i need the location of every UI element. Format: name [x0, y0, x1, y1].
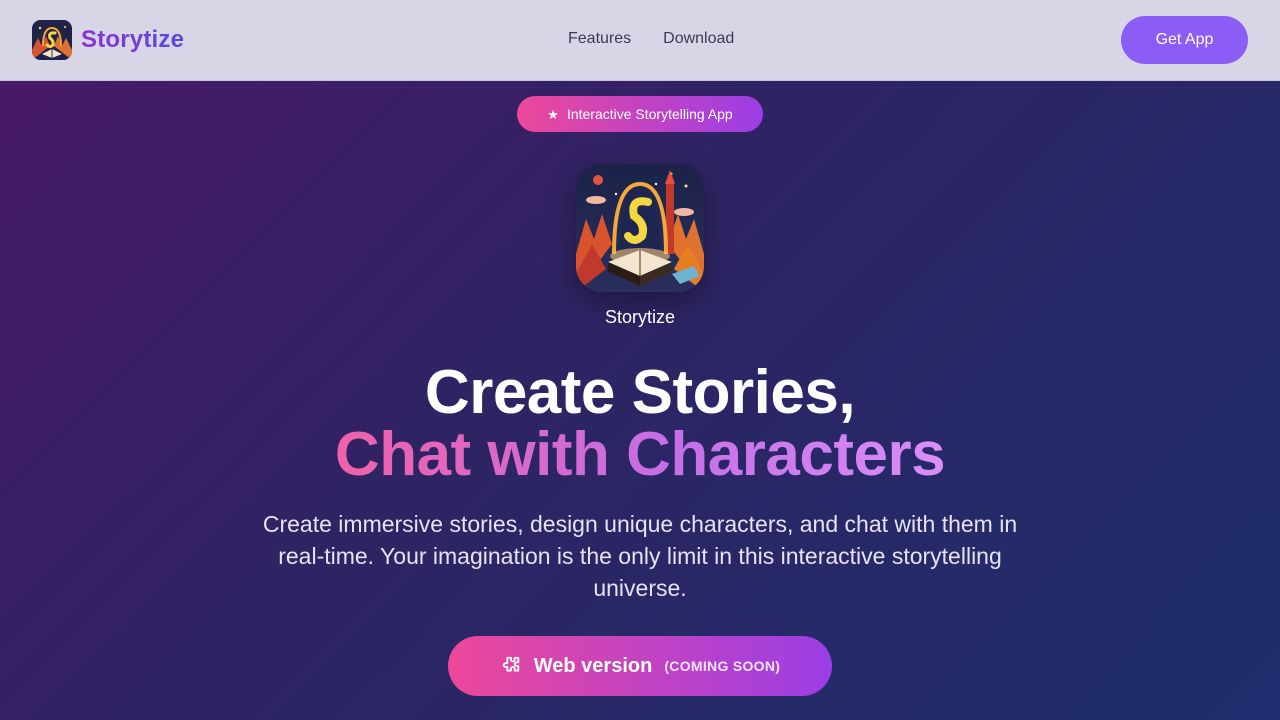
- top-nav-bar: Storytize Features Download Get App: [0, 0, 1280, 81]
- web-version-label: Web version: [533, 654, 653, 677]
- brand[interactable]: Storytize: [32, 20, 184, 60]
- storytize-logo-icon[interactable]: [32, 20, 72, 60]
- main-nav: Features Download: [568, 30, 734, 48]
- hero-title-line1: Create Stories,: [424, 358, 856, 427]
- badge-label: Interactive Storytelling App: [566, 106, 733, 122]
- app-name-label: Storytize: [604, 307, 676, 327]
- hero-description: Create immersive stories, design unique …: [262, 511, 1018, 601]
- nav-features-link[interactable]: Features: [568, 30, 631, 48]
- hero-title: Create Stories, Chat with Characters: [140, 362, 1140, 486]
- brand-name[interactable]: Storytize: [81, 26, 184, 54]
- storytize-app-icon: [576, 164, 704, 292]
- hero-title-line2: Chat with Characters: [334, 420, 946, 489]
- puzzle-icon: [500, 655, 522, 677]
- feature-badge: ★ Interactive Storytelling App: [517, 96, 763, 132]
- coming-soon-label: (COMING SOON): [664, 658, 781, 674]
- get-app-button[interactable]: Get App: [1121, 16, 1248, 64]
- star-icon: ★: [547, 106, 559, 122]
- web-version-button[interactable]: Web version (COMING SOON): [448, 636, 832, 696]
- nav-download-link[interactable]: Download: [663, 30, 734, 48]
